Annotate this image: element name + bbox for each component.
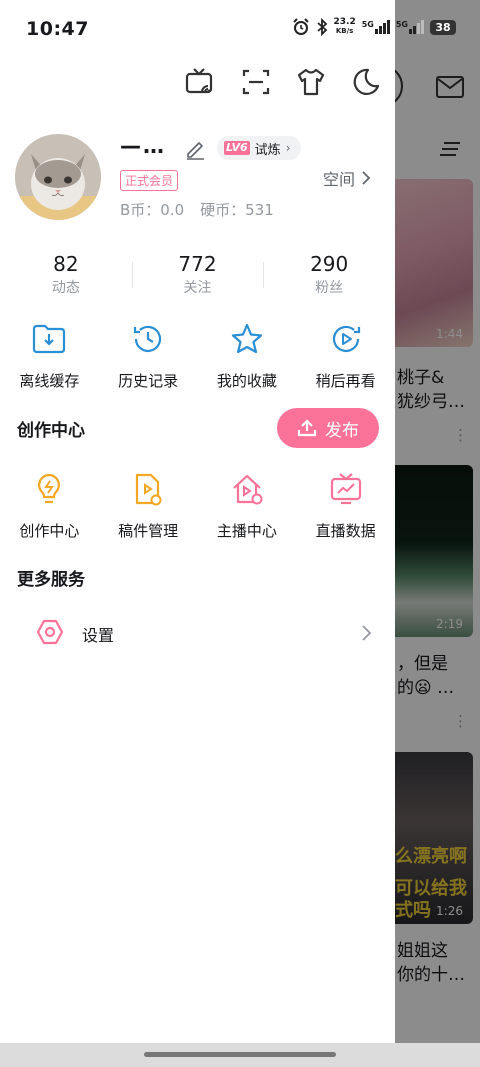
live-data-icon [330, 473, 361, 505]
stat-value: 772 [178, 252, 217, 276]
edit-pencil-icon[interactable] [184, 138, 206, 160]
quick-action-label: 离线缓存 [19, 372, 80, 390]
watch-later-icon [332, 325, 360, 352]
creation-action-label: 稿件管理 [118, 522, 179, 540]
status-bar: 10:47 23.2 KB/s 5G 5G 38 [0, 0, 480, 58]
coin-balance-value: 硬币：531 [200, 201, 274, 219]
settings-row[interactable]: 设置 [0, 610, 395, 656]
stat-label: 动态 [51, 280, 80, 296]
chevron-right-icon [362, 171, 371, 185]
creation-action-label: 直播数据 [315, 522, 376, 540]
quick-action-label: 我的收藏 [216, 372, 277, 390]
streamer-home-icon [233, 474, 263, 505]
live-data-button[interactable]: 直播数据 [296, 470, 395, 541]
home-gesture-bar[interactable] [144, 1052, 336, 1057]
settings-label: 设置 [82, 626, 115, 645]
creation-center-button[interactable]: 创作中心 [0, 470, 99, 541]
drawer-toolbar [0, 62, 395, 102]
creation-action-label: 主播中心 [216, 522, 277, 540]
stat-dynamics[interactable]: 82 动态 [0, 250, 132, 302]
quick-actions: 离线缓存 历史记录 我的收藏 稍后再看 [0, 320, 395, 391]
star-icon [231, 323, 262, 354]
publish-button[interactable]: 发布 [277, 408, 379, 448]
settings-gear-icon [36, 619, 64, 645]
level-tag: LV6 [224, 141, 250, 155]
manuscript-icon [136, 473, 162, 506]
watch-later-button[interactable]: 稍后再看 [296, 320, 395, 391]
quick-action-label: 稍后再看 [315, 372, 376, 390]
alarm-icon [292, 18, 309, 35]
stat-label: 关注 [183, 280, 212, 296]
coin-balance: B币：0.0 硬币：531 [120, 199, 274, 220]
signal-icon-2: 5G [396, 20, 424, 34]
favorites-button[interactable]: 我的收藏 [198, 320, 297, 391]
chevron-right-icon: › [285, 141, 291, 155]
upload-icon [297, 419, 317, 437]
net-speed: 23.2 KB/s [333, 17, 356, 36]
more-services-title: 更多服务 [17, 570, 85, 590]
creation-action-label: 创作中心 [19, 522, 80, 540]
stat-followers[interactable]: 290 粉丝 [263, 250, 395, 302]
stat-following[interactable]: 772 关注 [131, 250, 264, 302]
space-link[interactable]: 空间 [323, 166, 371, 190]
profile-stats: 82 动态 772 关注 290 粉丝 [0, 250, 395, 302]
status-icons: 23.2 KB/s 5G 5G 38 [292, 17, 456, 36]
bcoin-balance: B币：0.0 [120, 201, 185, 219]
quick-action-label: 历史记录 [118, 372, 179, 390]
publish-label: 发布 [325, 420, 359, 441]
scan-icon[interactable] [240, 66, 272, 98]
lightbulb-icon [38, 473, 61, 504]
chevron-right-icon [362, 625, 372, 641]
level-badge[interactable]: LV6 试炼 › [217, 136, 301, 160]
streamer-center-button[interactable]: 主播中心 [198, 470, 297, 541]
level-badge-label: 试炼 [254, 142, 281, 158]
manuscript-button[interactable]: 稿件管理 [99, 470, 198, 541]
night-mode-moon-icon[interactable] [350, 66, 382, 98]
offline-cache-button[interactable]: 离线缓存 [0, 320, 99, 391]
battery-icon: 38 [430, 19, 456, 35]
theme-shirt-icon[interactable] [295, 66, 327, 98]
creation-section-title: 创作中心 [17, 421, 85, 441]
vip-badge: 正式会员 [120, 170, 179, 191]
bluetooth-icon [316, 18, 327, 36]
system-nav-bar [0, 1043, 480, 1067]
signal-icon-1: 5G [362, 20, 390, 34]
creation-actions: 创作中心 稿件管理 主播中心 直播数据 [0, 470, 395, 541]
history-button[interactable]: 历史记录 [99, 320, 198, 391]
stat-value: 82 [53, 252, 79, 276]
cat-avatar-image [15, 134, 101, 220]
status-time: 10:47 [26, 18, 89, 40]
username[interactable]: —… [120, 134, 166, 158]
stat-label: 粉丝 [315, 280, 344, 296]
avatar[interactable] [15, 134, 101, 220]
stat-value: 290 [310, 252, 349, 276]
space-label: 空间 [323, 170, 356, 189]
history-clock-icon [134, 325, 162, 352]
side-drawer: —… LV6 试炼 › 正式会员 空间 B币：0.0 硬币：531 82 动态 … [0, 0, 395, 1043]
cast-tv-icon[interactable] [184, 66, 216, 98]
download-folder-icon [33, 324, 66, 354]
